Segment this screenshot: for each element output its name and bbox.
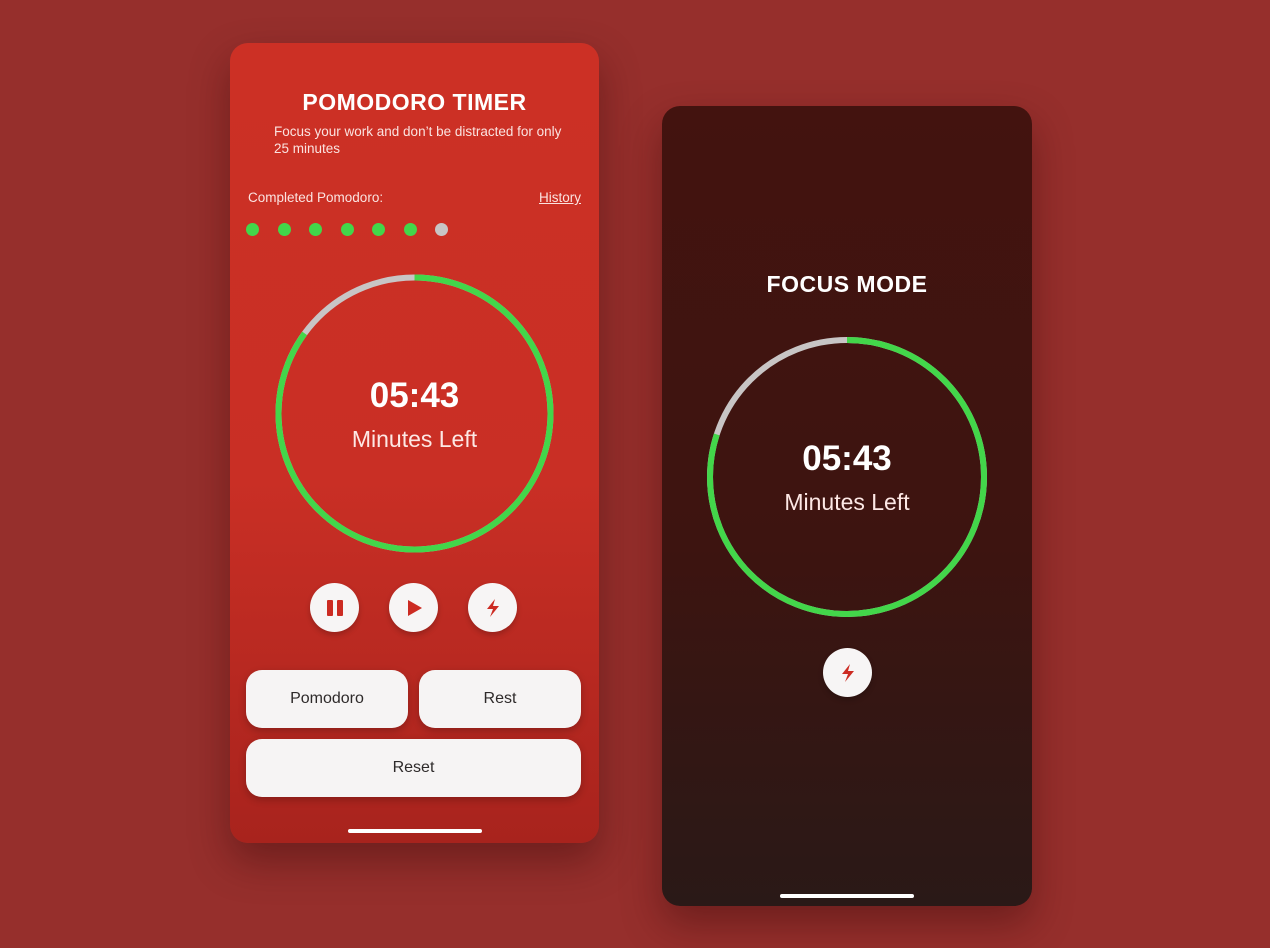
pending-dot bbox=[435, 223, 448, 236]
lightning-icon bbox=[841, 663, 854, 682]
timer-ring: 05:43 Minutes Left bbox=[273, 272, 556, 555]
play-button[interactable] bbox=[389, 583, 438, 632]
completed-pomodoro-label: Completed Pomodoro: bbox=[248, 190, 384, 205]
home-indicator bbox=[347, 829, 482, 833]
reset-button[interactable]: Reset bbox=[246, 739, 581, 797]
pomodoro-button[interactable]: Pomodoro bbox=[246, 670, 408, 728]
rest-button[interactable]: Rest bbox=[419, 670, 581, 728]
page-subtitle: Focus your work and don’t be distracted … bbox=[274, 124, 562, 156]
lightning-icon bbox=[486, 598, 499, 617]
focus-timer-ring: 05:43 Minutes Left bbox=[705, 335, 989, 619]
completed-dot bbox=[309, 223, 322, 236]
minutes-left-label: Minutes Left bbox=[351, 426, 478, 452]
pause-icon bbox=[326, 599, 343, 616]
completed-dot bbox=[372, 223, 385, 236]
minutes-left-label: Minutes Left bbox=[784, 489, 910, 515]
history-link[interactable]: History bbox=[539, 190, 581, 205]
focus-mode-screen: FOCUS MODE 05:43 Minutes Left bbox=[662, 106, 1032, 906]
pause-button[interactable] bbox=[310, 583, 359, 632]
pomodoro-screen: POMODORO TIMER Focus your work and don’t… bbox=[230, 43, 599, 843]
focus-mode-button[interactable] bbox=[823, 648, 872, 697]
focus-title: FOCUS MODE bbox=[766, 271, 928, 297]
time-remaining: 05:43 bbox=[369, 376, 460, 415]
page-title: POMODORO TIMER bbox=[302, 89, 527, 115]
completed-dot bbox=[246, 223, 259, 236]
completed-dot bbox=[403, 223, 417, 236]
home-indicator bbox=[780, 894, 914, 898]
completed-dot bbox=[277, 223, 291, 236]
play-icon bbox=[407, 599, 422, 616]
time-remaining: 05:43 bbox=[802, 439, 892, 478]
focus-mode-button[interactable] bbox=[468, 583, 517, 632]
completed-dot bbox=[340, 223, 354, 236]
